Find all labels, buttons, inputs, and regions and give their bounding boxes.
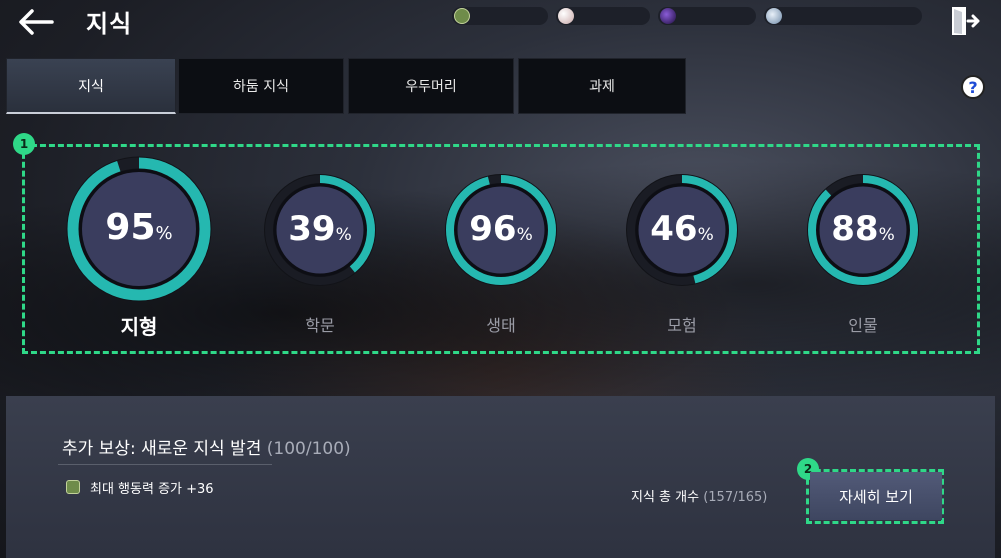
- total-label: 지식 총 개수: [631, 490, 700, 505]
- category-label-adventure: 모험: [667, 316, 697, 335]
- percent-value: 88: [831, 208, 879, 249]
- category-label-study: 학문: [305, 316, 335, 335]
- ring-percent: 95%: [60, 207, 218, 248]
- tab-boss[interactable]: 우두머리: [348, 58, 514, 114]
- tab-knowledge[interactable]: 지식: [6, 58, 176, 114]
- category-ring-study[interactable]: 39%: [259, 169, 381, 291]
- currency-slot-1[interactable]: [452, 7, 548, 25]
- category-ring-ecology[interactable]: 96%: [440, 169, 562, 291]
- ring-percent: 46%: [621, 209, 743, 249]
- percent-value: 39: [288, 208, 336, 249]
- highlight-badge-1: 1: [13, 133, 35, 155]
- percent-unit: %: [878, 224, 895, 245]
- tab-hadum-knowledge[interactable]: 하둠 지식: [178, 58, 344, 114]
- ring-percent: 96%: [440, 209, 562, 249]
- tab-label: 하둠 지식: [233, 79, 289, 95]
- ring-percent: 88%: [802, 209, 924, 249]
- category-ring-adventure[interactable]: 46%: [621, 169, 743, 291]
- percent-value: 95: [105, 206, 156, 248]
- tab-label: 우두머리: [405, 79, 457, 95]
- percent-value: 96: [469, 208, 517, 249]
- currency-slot-4[interactable]: [764, 7, 922, 25]
- help-icon: ?: [968, 77, 978, 97]
- divider: [58, 464, 272, 465]
- category-ring-people[interactable]: 88%: [802, 169, 924, 291]
- green-hex-icon: [454, 8, 470, 24]
- percent-unit: %: [516, 224, 533, 245]
- total-count: (157/165): [703, 490, 768, 505]
- total-knowledge: 지식 총 개수 (157/165): [631, 486, 767, 505]
- percent-unit: %: [155, 222, 173, 244]
- back-button[interactable]: [16, 6, 56, 38]
- top-bar: 지식: [0, 0, 1001, 44]
- help-button[interactable]: ?: [961, 75, 985, 99]
- ring-percent: 39%: [259, 209, 381, 249]
- tab-label: 지식: [78, 78, 104, 95]
- percent-unit: %: [697, 224, 714, 245]
- silver-coin-icon: [766, 8, 782, 24]
- pearl-icon: [558, 8, 574, 24]
- category-label-terrain: 지형: [120, 315, 158, 339]
- category-label-ecology: 생태: [486, 316, 516, 335]
- percent-unit: %: [335, 224, 352, 245]
- category-ring-terrain[interactable]: 95%: [60, 150, 218, 308]
- category-label-people: 인물: [848, 316, 878, 335]
- reward-count: (100/100): [266, 439, 351, 459]
- page-title: 지식: [86, 10, 133, 38]
- reward-title-text: 추가 보상: 새로운 지식 발견: [62, 439, 262, 459]
- green-hex-icon: [66, 480, 80, 494]
- view-details-label: 자세히 보기: [839, 487, 913, 506]
- arrow-left-icon: [19, 9, 54, 35]
- tab-task[interactable]: 과제: [518, 58, 686, 114]
- exit-button[interactable]: [948, 4, 980, 38]
- purple-orb-icon: [660, 8, 676, 24]
- reward-title: 추가 보상: 새로운 지식 발견 (100/100): [62, 434, 351, 459]
- view-details-button[interactable]: 자세히 보기: [810, 472, 942, 520]
- currency-slot-3[interactable]: [658, 7, 756, 25]
- bonus-text: 최대 행동력 증가 +36: [90, 482, 214, 497]
- exit-door-icon: [952, 7, 980, 35]
- tab-label: 과제: [589, 79, 615, 95]
- currency-slot-2[interactable]: [556, 7, 650, 25]
- percent-value: 46: [650, 208, 698, 249]
